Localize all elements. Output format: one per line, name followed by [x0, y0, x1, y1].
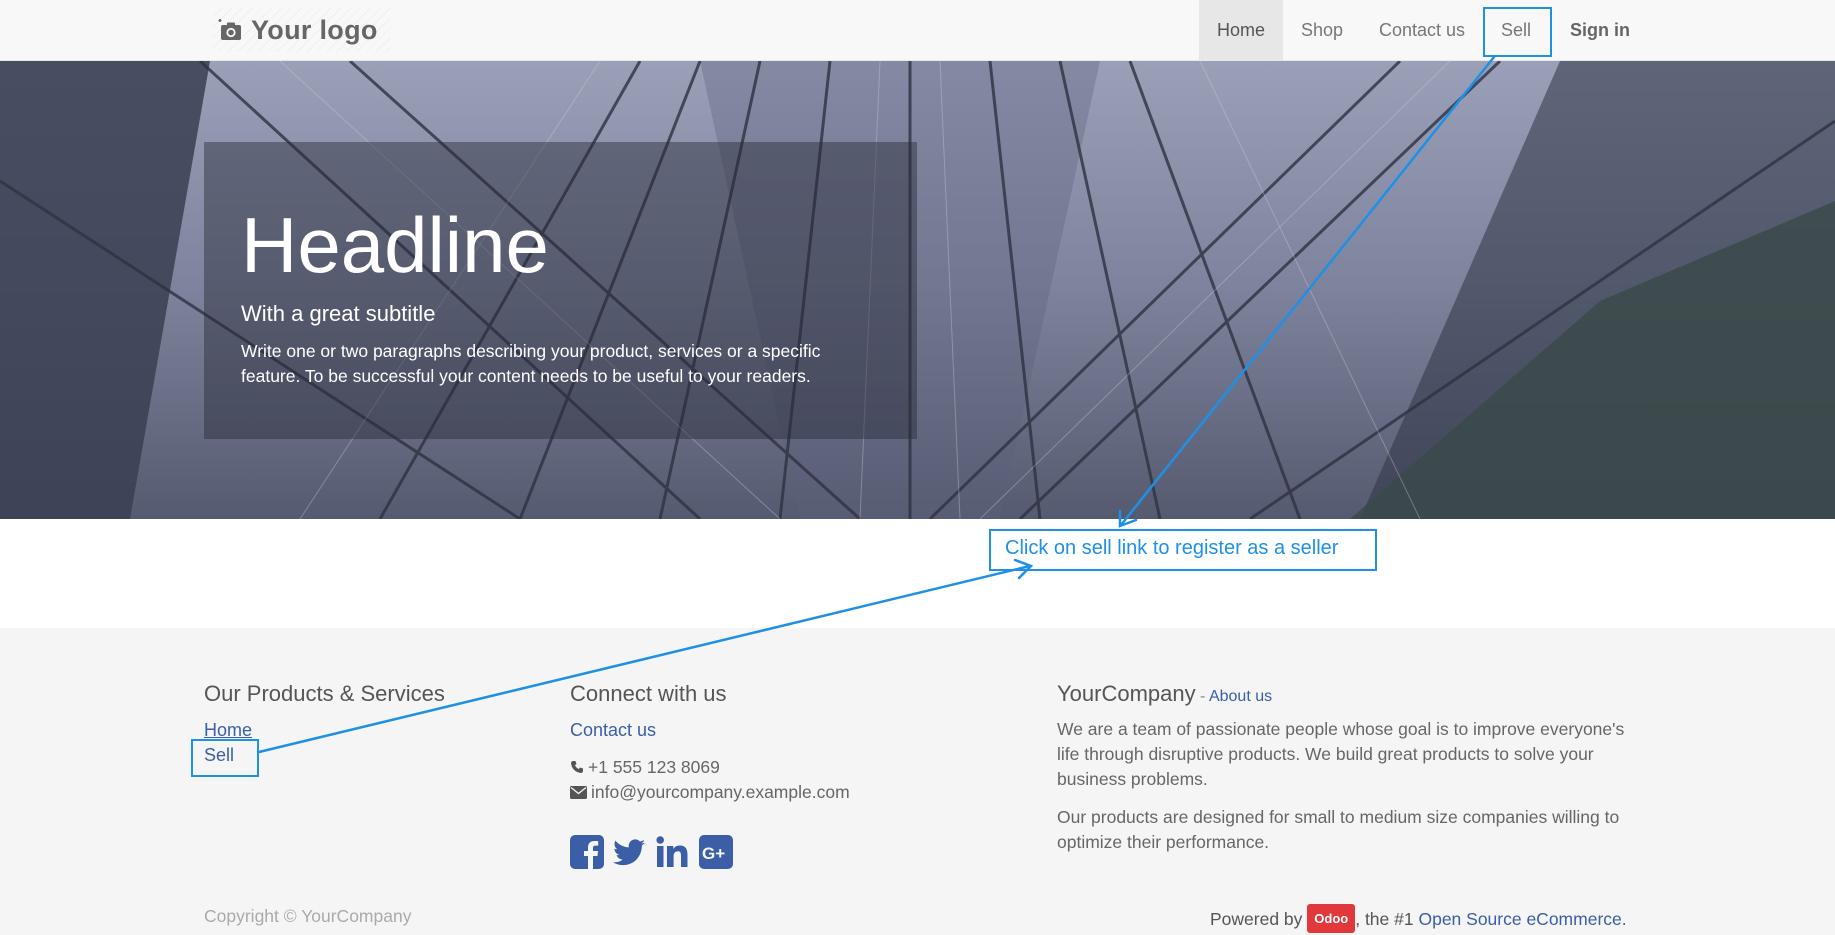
powered-prefix: Powered by	[1210, 909, 1308, 929]
facebook-icon[interactable]	[570, 835, 604, 869]
phone-number: +1 555 123 8069	[588, 757, 720, 777]
nav-home[interactable]: Home	[1199, 0, 1283, 61]
footer-phone: +1 555 123 8069	[570, 755, 720, 780]
envelope-icon	[570, 786, 587, 799]
svg-text:G+: G+	[702, 844, 725, 863]
sell-nav-highlight-box	[1483, 7, 1552, 57]
hero-banner: Headline With a great subtitle Write one…	[0, 61, 1835, 519]
camera-icon	[218, 19, 241, 40]
powered-middle: , the #1	[1355, 909, 1419, 929]
footer-link-home[interactable]: Home	[204, 720, 252, 741]
footer-products-heading: Our Products & Services	[204, 681, 445, 706]
nav-contact-us[interactable]: Contact us	[1362, 0, 1482, 61]
footer-company-heading: YourCompany - About us	[1057, 681, 1272, 707]
logo-text: Your logo	[251, 14, 378, 45]
sell-footer-highlight-box	[191, 739, 259, 777]
hero-subtitle: With a great subtitle	[241, 301, 436, 326]
navbar: Your logo Home Shop Contact us Sell Sign…	[0, 0, 1835, 61]
linkedin-icon[interactable]	[656, 835, 690, 869]
email-address: info@yourcompany.example.com	[591, 782, 850, 802]
open-source-ecommerce-link[interactable]: Open Source eCommerce	[1418, 909, 1621, 929]
annotation-label: Click on sell link to register as a sell…	[989, 529, 1377, 571]
heading-separator: -	[1195, 688, 1209, 705]
phone-icon	[571, 761, 583, 773]
company-description-1: We are a team of passionate people whose…	[1057, 719, 1625, 789]
company-description-2: Our products are designed for small to m…	[1057, 807, 1620, 852]
footer-email: info@yourcompany.example.com	[570, 780, 850, 805]
powered-suffix: .	[1621, 909, 1627, 929]
about-us-link[interactable]: About us	[1209, 688, 1272, 705]
nav-sign-in[interactable]: Sign in	[1560, 0, 1640, 61]
twitter-icon[interactable]	[612, 835, 646, 869]
company-name: YourCompany	[1057, 681, 1196, 706]
copyright-text: Copyright © YourCompany	[204, 906, 412, 926]
hero-paragraph: Write one or two paragraphs describing y…	[241, 341, 821, 386]
powered-by: Powered by Odoo, the #1 Open Source eCom…	[1210, 904, 1627, 933]
nav-shop[interactable]: Shop	[1283, 0, 1361, 61]
google-plus-icon[interactable]: G+	[699, 835, 733, 869]
odoo-badge[interactable]: Odoo	[1307, 904, 1356, 933]
footer-connect-heading: Connect with us	[570, 681, 727, 706]
site-logo[interactable]: Your logo	[213, 8, 391, 52]
footer-contact-link[interactable]: Contact us	[570, 720, 656, 741]
hero-headline: Headline	[241, 201, 549, 289]
